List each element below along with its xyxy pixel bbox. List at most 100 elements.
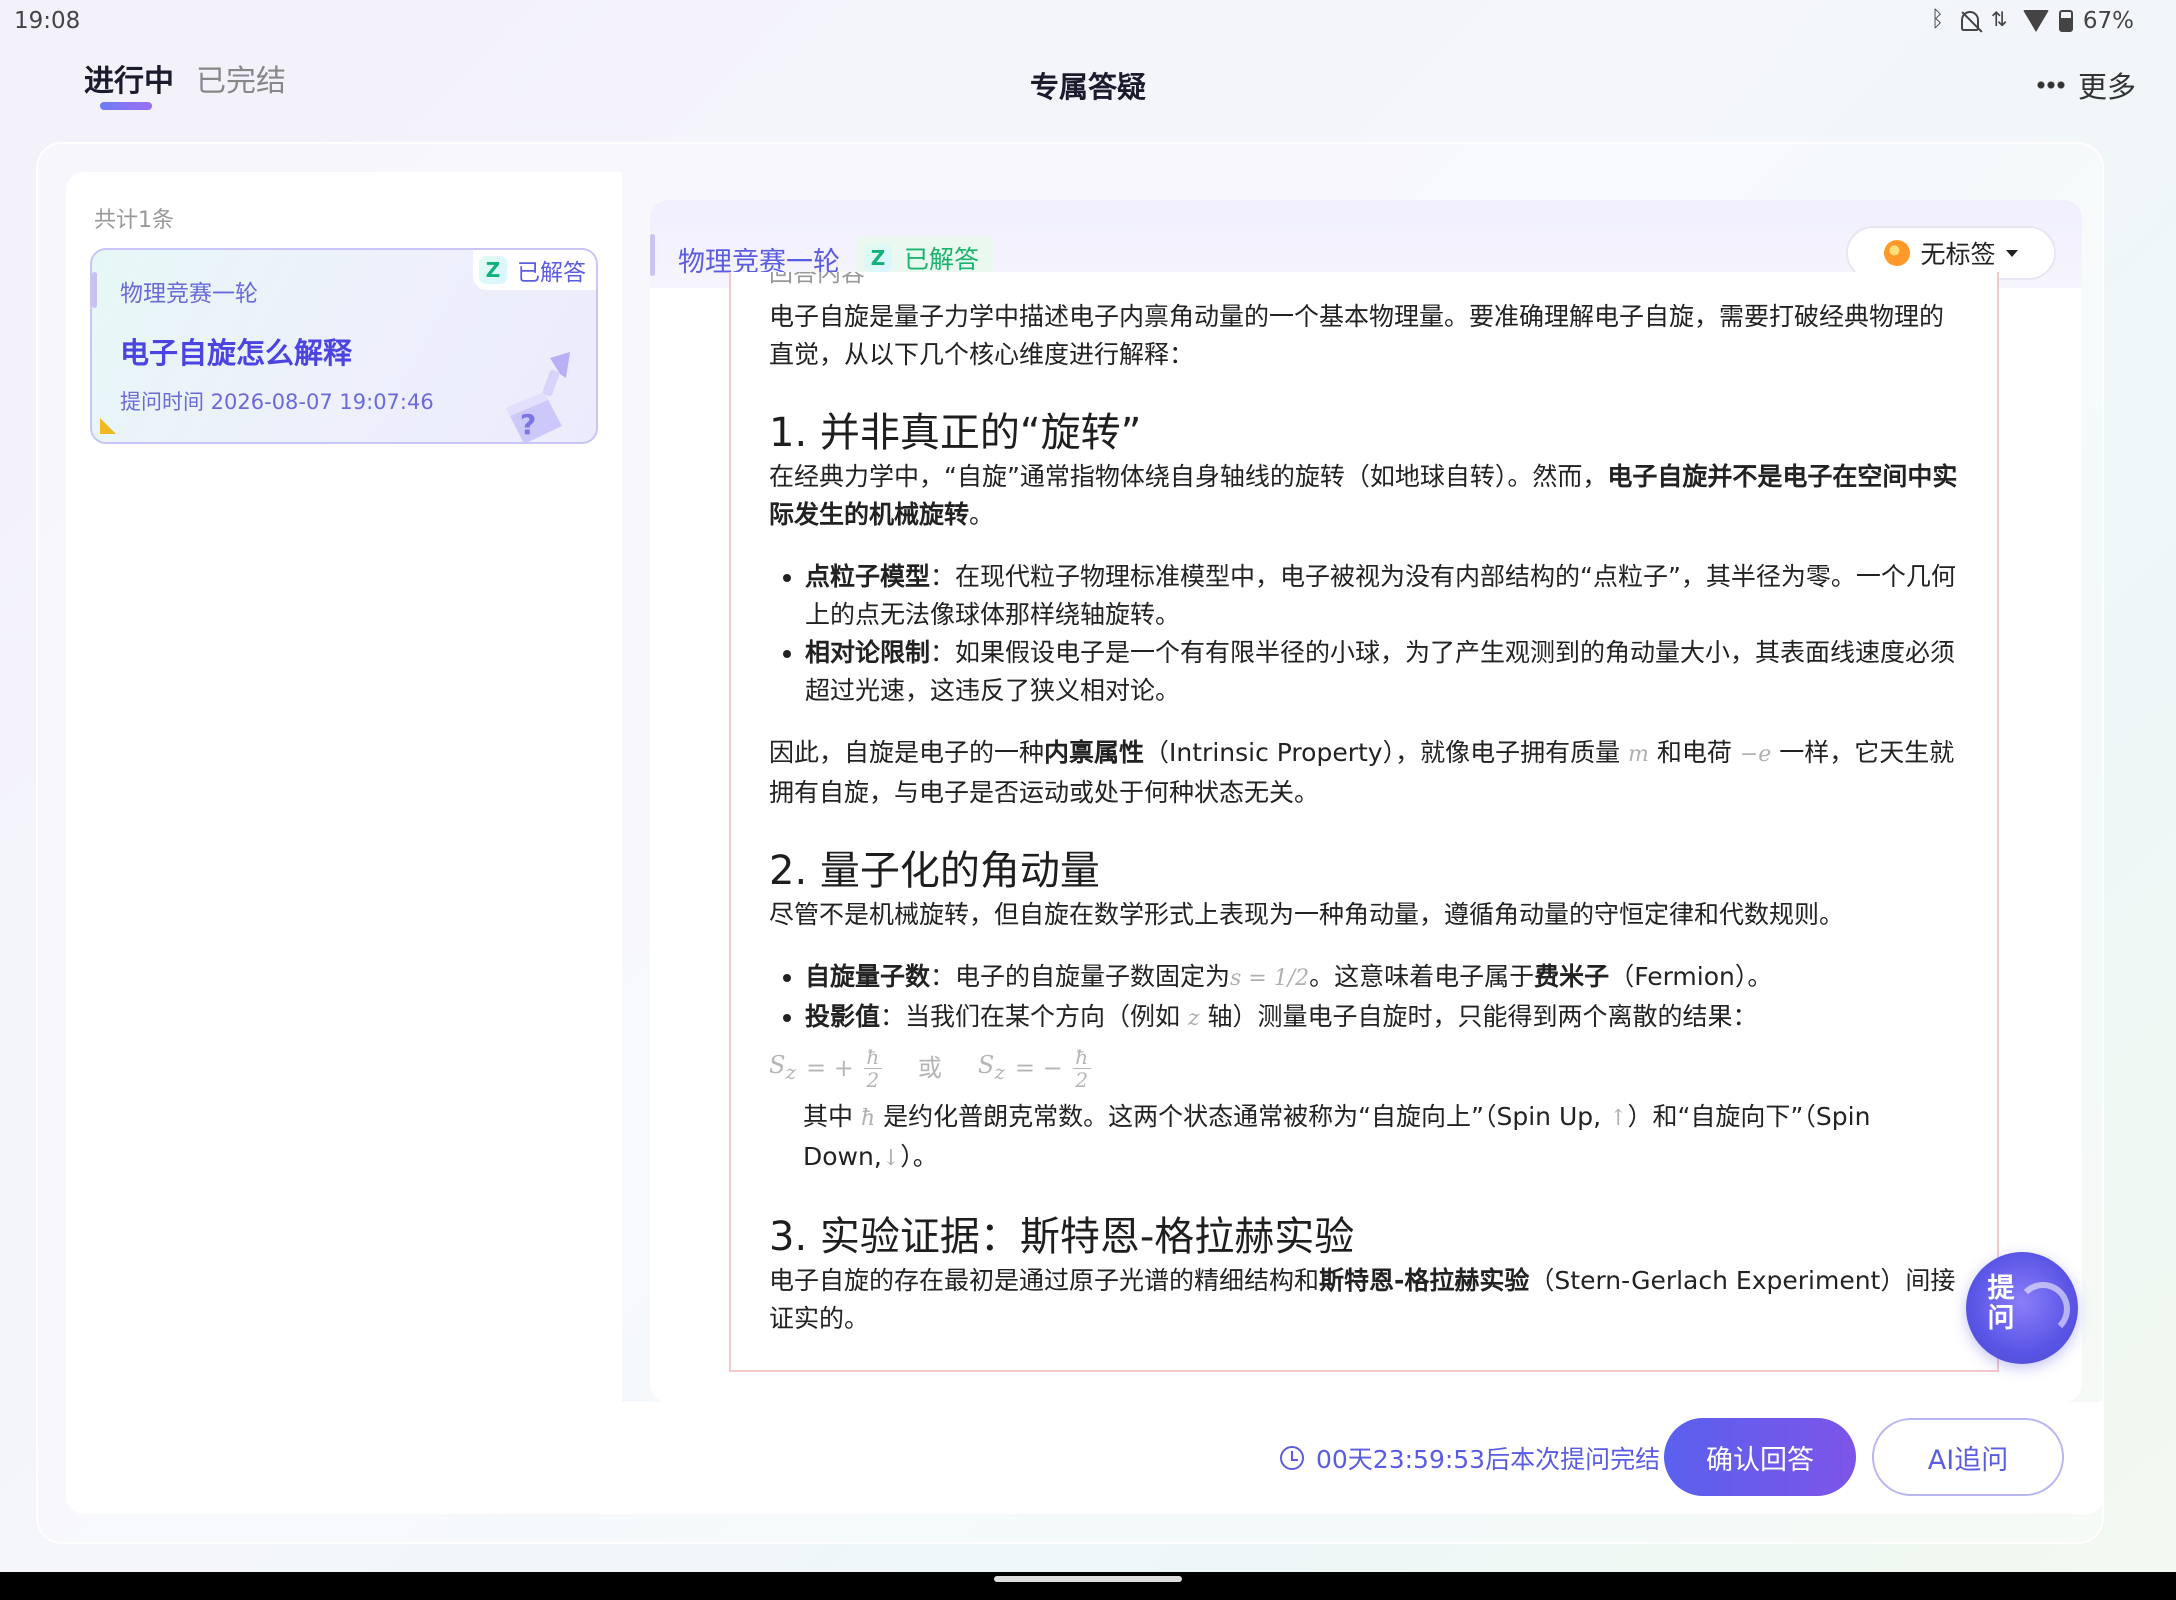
section2-bullets: 自旋量子数：电子的自旋量子数固定为s = 1/2。这意味着电子属于费米子（Fer… [769, 958, 1959, 1038]
formula-var: S [769, 1050, 786, 1079]
text-span: 在经典力学中，“自旋”通常指物体绕自身轴线的旋转（如地球自转）。然而， [769, 462, 1608, 491]
text-span: 和电荷 [1656, 738, 1732, 767]
bullet-text: ：在现代粒子物理标准模型中，电子被视为没有内部结构的“点粒子”，其半径为零。一个… [805, 562, 1956, 629]
bullet-label: 点粒子模型 [805, 562, 931, 591]
bullet-label: 投影值 [805, 1002, 881, 1031]
section2-paragraph: 尽管不是机械旋转，但自旋在数学形式上表现为一种角动量，遵循角动量的守恒定律和代数… [769, 900, 1845, 929]
section1-conclusion: 因此，自旋是电子的一种内禀属性（Intrinsic Property），就像电子… [769, 734, 1959, 812]
countdown-text: 00天23:59:53后本次提问完结 [1316, 1445, 1661, 1474]
formula-symbol: Sz [978, 1046, 1005, 1091]
formula-sub: z [785, 1059, 796, 1084]
section-heading-1: 1. 并非真正的“旋转” [769, 410, 1142, 456]
question-card-time: 提问时间 2026-08-07 19:07:46 [120, 390, 434, 414]
ask-fab-label: 提问 [1987, 1273, 2015, 1334]
z-logo-icon: Z [864, 244, 892, 272]
bullet-text: ：电子的自旋量子数固定为 [930, 962, 1231, 991]
bold-span: 斯特恩-格拉赫实验 [1319, 1266, 1530, 1295]
header-accent-bar [650, 234, 655, 276]
status-time: 19:08 [14, 8, 81, 34]
more-label: 更多 [2077, 70, 2136, 104]
bullet-text: 。这意味着电子属于 [1309, 962, 1535, 991]
question-card[interactable]: 物理竞赛一轮 Z 已解答 电子自旋怎么解释 提问时间 2026-08-07 19… [90, 248, 598, 444]
status-bar: 19:08 67% [0, 0, 2176, 44]
formula-or: 或 [917, 1054, 942, 1082]
spin-projection-formula: Sz = + ħ2 或 Sz = − ħ2 [769, 1038, 1959, 1098]
question-card-status: 已解答 [517, 260, 586, 286]
list-item: 自旋量子数：电子的自旋量子数固定为s = 1/2。这意味着电子属于费米子（Fer… [805, 958, 1959, 998]
fraction-numerator: ħ [866, 1044, 880, 1069]
battery-percent: 67% [2082, 8, 2134, 34]
ask-question-fab[interactable]: 提问 [1966, 1252, 2078, 1364]
page-title: 专属答疑 [1029, 70, 1146, 104]
tag-label: 无标签 [1920, 240, 1996, 269]
section-heading-3: 3. 实验证据：斯特恩-格拉赫实验 [769, 1214, 1355, 1260]
bullet-text: 轴）测量电子自旋时，只能得到两个离散的结果： [1207, 1002, 1758, 1031]
answer-section-label: 回答内容 [769, 272, 865, 287]
data-icon [1989, 7, 2013, 33]
answer-card: 物理竞赛一轮 Z 已解答 无标签 回答内容 电子自旋是量子力学中描述电子内禀角动… [650, 200, 2082, 1402]
bluetooth-icon [1927, 7, 1951, 33]
question-card-title: 电子自旋怎么解释 [120, 336, 353, 370]
text-span: 是约化普朗克常数。这两个状态通常被称为“自旋向上”（Spin Up, [883, 1102, 1602, 1131]
caret-down-icon [2005, 249, 2018, 257]
text-span: 因此，自旋是电子的一种 [769, 738, 1045, 767]
text-span: ）。 [900, 1142, 938, 1171]
formula-fraction: ħ2 [1072, 1046, 1091, 1092]
bell-off-icon [1960, 11, 1979, 31]
clock-icon [1280, 1446, 1304, 1470]
formula-sub: z [994, 1059, 1005, 1084]
section1-bullets: 点粒子模型：在现代粒子物理标准模型中，电子被视为没有内部结构的“点粒子”，其半径… [769, 558, 1959, 710]
formula-op: = + [806, 1054, 854, 1082]
more-dots-icon [2035, 81, 2066, 89]
answer-detail-panel: 物理竞赛一轮 Z 已解答 无标签 回答内容 电子自旋是量子力学中描述电子内禀角动… [622, 172, 2104, 1514]
formula-fraction: ħ2 [863, 1044, 882, 1092]
tag-icon [1884, 240, 1911, 266]
formula-op: = − [1014, 1054, 1063, 1082]
home-indicator[interactable] [994, 1576, 1182, 1582]
question-card-category: 物理竞赛一轮 [120, 281, 258, 307]
bullet-text: （Fermion）。 [1609, 962, 1773, 991]
answer-intro: 电子自旋是量子力学中描述电子内禀角动量的一个基本物理量。要准确理解电子自旋，需要… [769, 302, 1945, 369]
question-illustration-icon: ? [506, 352, 570, 442]
answer-content-inner: 回答内容 电子自旋是量子力学中描述电子内禀角动量的一个基本物理量。要准确理解电子… [769, 272, 1959, 1338]
list-item: 投影值：当我们在某个方向（例如 z 轴）测量电子自旋时，只能得到两个离散的结果： [805, 998, 1959, 1038]
math-symbol: ↑ [1609, 1106, 1628, 1131]
formula-symbol: Sz [769, 1046, 796, 1091]
top-nav: 进行中 已完结 专属答疑 更多 [0, 44, 2176, 134]
section-heading-2: 2. 量子化的角动量 [769, 848, 1100, 894]
z-logo-icon: Z [479, 256, 507, 284]
math-symbol: s = 1/2 [1230, 966, 1310, 991]
bottom-action-bar: 00天23:59:53后本次提问完结 确认回答 AI追问 [622, 1402, 2104, 1514]
bullet-label: 自旋量子数 [805, 962, 931, 991]
text-span: 电子自旋的存在最初是通过原子光谱的精细结构和 [769, 1266, 1320, 1295]
svg-text:?: ? [520, 408, 536, 441]
corner-marker-icon [100, 418, 116, 434]
question-list-panel: 共计1条 物理竞赛一轮 Z 已解答 电子自旋怎么解释 提问时间 2026-08-… [66, 172, 622, 1514]
math-symbol: −e [1739, 742, 1772, 767]
math-symbol: ↓ [881, 1146, 901, 1171]
fraction-denominator: 2 [866, 1067, 880, 1092]
formula-var: S [977, 1050, 995, 1079]
list-item: 相对论限制：如果假设电子是一个有有限半径的小球，为了产生观测到的角动量大小，其表… [805, 634, 1959, 710]
text-span: 其中 [803, 1102, 854, 1131]
answer-content[interactable]: 回答内容 电子自旋是量子力学中描述电子内禀角动量的一个基本物理量。要准确理解电子… [729, 272, 1999, 1372]
bold-span: 内禀属性 [1044, 738, 1145, 767]
section3-paragraph: 电子自旋的存在最初是通过原子光谱的精细结构和斯特恩-格拉赫实验（Stern-Ge… [769, 1262, 1959, 1338]
section1-paragraph: 在经典力学中，“自旋”通常指物体绕自身轴线的旋转（如地球自转）。然而，电子自旋并… [769, 458, 1959, 534]
answered-status: 已解答 [904, 245, 980, 274]
math-symbol: z [1187, 1006, 1200, 1031]
ai-follow-up-button[interactable]: AI追问 [1872, 1418, 2064, 1496]
formula-note: 其中 ħ 是约化普朗克常数。这两个状态通常被称为“自旋向上”（Spin Up, … [769, 1098, 1959, 1178]
text-span: （Intrinsic Property），就像电子拥有质量 [1144, 738, 1621, 767]
math-symbol: m [1628, 742, 1649, 767]
bullet-text: ：如果假设电子是一个有有限半径的小球，为了产生观测到的角动量大小，其表面线速度必… [805, 638, 1956, 705]
math-symbol: ħ [860, 1106, 876, 1131]
bullet-text: ：当我们在某个方向（例如 [880, 1002, 1181, 1031]
question-count: 共计1条 [94, 208, 174, 233]
confirm-answer-button[interactable]: 确认回答 [1664, 1418, 1856, 1496]
list-item: 点粒子模型：在现代粒子物理标准模型中，电子被视为没有内部结构的“点粒子”，其半径… [805, 558, 1959, 634]
question-card-status-badge: Z 已解答 [473, 250, 596, 290]
wifi-icon [2022, 10, 2049, 32]
more-button[interactable]: 更多 [2035, 64, 2136, 106]
fraction-denominator: 2 [1075, 1067, 1089, 1092]
